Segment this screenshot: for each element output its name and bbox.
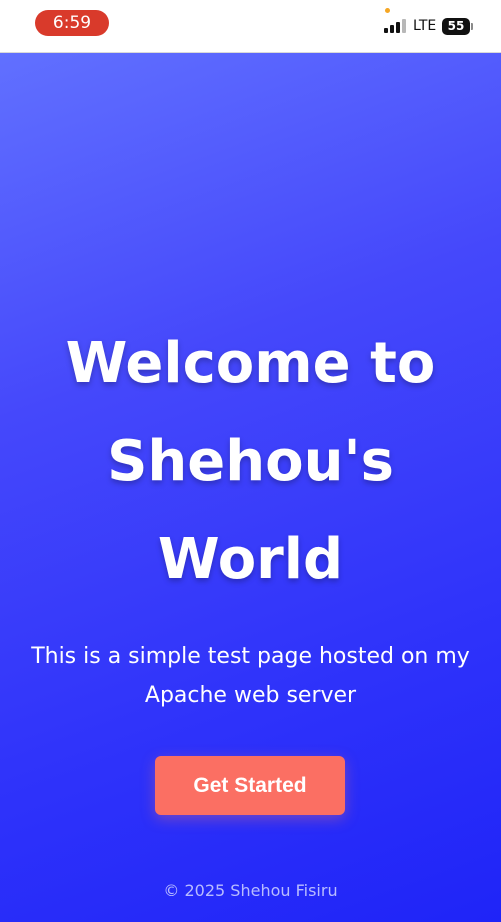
- hero-title-line: World: [157, 527, 344, 592]
- network-type-label: LTE: [413, 18, 437, 34]
- privacy-indicator-icon: [385, 8, 390, 13]
- hero-subtitle-line: Apache web server: [144, 683, 357, 708]
- hero-subtitle-line: This is a simple test page hosted on my: [31, 644, 470, 669]
- status-bar: 6:59 LTE 55: [0, 0, 501, 53]
- cellular-signal-icon: [384, 19, 406, 33]
- status-time: 6:59: [35, 10, 109, 36]
- footer-copyright: © 2025 Shehou Fisiru: [163, 881, 338, 900]
- battery-tip: [471, 23, 473, 30]
- hero-title: Welcome to Shehou's World: [0, 315, 501, 609]
- get-started-button[interactable]: Get Started: [155, 756, 345, 815]
- hero-title-line: Welcome to: [65, 331, 436, 396]
- hero-subtitle: This is a simple test page hosted on my …: [0, 637, 501, 715]
- hero-title-line: Shehou's: [107, 429, 394, 494]
- battery-icon: 55: [442, 18, 470, 35]
- hero-section: Welcome to Shehou's World This is a simp…: [0, 53, 501, 922]
